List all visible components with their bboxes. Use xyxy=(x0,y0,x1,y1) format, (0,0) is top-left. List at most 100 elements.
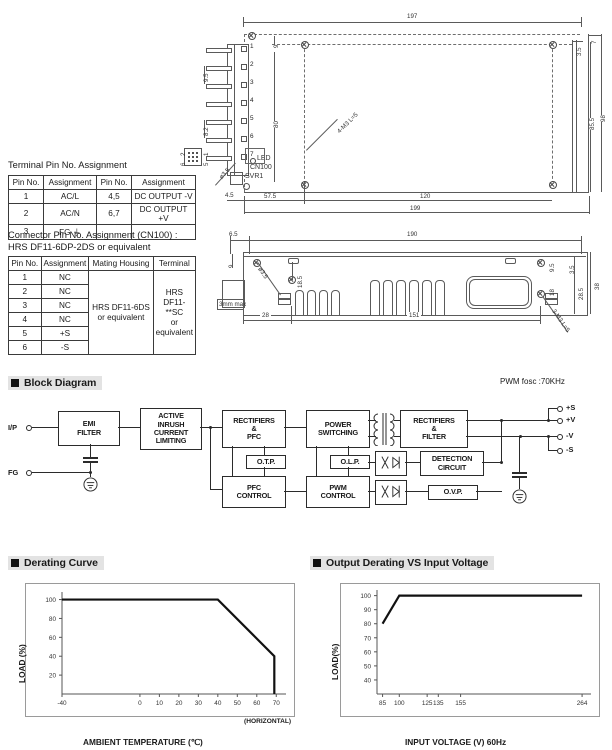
svg-text:100: 100 xyxy=(360,593,371,600)
svr1-box xyxy=(230,172,243,185)
wire-detect-tap xyxy=(501,420,502,462)
junction-detect-tap xyxy=(500,461,503,464)
block-diagram-header-wrap: Block Diagram xyxy=(8,374,103,392)
cell-pin: 4 xyxy=(8,312,42,327)
topview-flange-right2 xyxy=(572,40,573,192)
derating-curve-header-label: Derating Curve xyxy=(24,557,98,569)
topview-outline-top xyxy=(244,34,580,35)
fin xyxy=(319,290,328,316)
output-derating-plot: 40 50 60 70 80 90 100 85 100 125 135 155 264 xyxy=(360,590,591,707)
dim-190: 190 xyxy=(404,231,421,238)
wire-minusS-stub xyxy=(548,436,549,450)
block-olp: O.L.P. xyxy=(330,455,370,469)
cell-pin: 2 xyxy=(8,284,42,299)
svg-text:70: 70 xyxy=(364,635,372,642)
dim-9-5: 9.5 xyxy=(203,73,210,82)
rectpfc-l3: PFC xyxy=(246,432,261,442)
svg-text:50: 50 xyxy=(364,663,372,670)
wire-ovp-opto xyxy=(405,491,428,492)
wire-opto2-pwm xyxy=(368,491,375,492)
olp-label: O.L.P. xyxy=(340,456,360,466)
dim-38-side: 38 xyxy=(594,283,601,290)
dim-ext-199-l xyxy=(244,196,245,214)
wire-powersw-xfmr2 xyxy=(368,436,376,437)
col-pin-no-1: Pin No. xyxy=(8,174,44,190)
dim-tick-7 xyxy=(588,35,602,36)
wire-detect-opto xyxy=(405,462,420,463)
svg-text:40: 40 xyxy=(364,677,372,684)
topview-ref-hole-left xyxy=(304,44,305,184)
cell-assignment2: DC OUTPUT +V xyxy=(131,202,196,225)
svg-text:30: 30 xyxy=(195,700,203,707)
wire-outcap-gnd xyxy=(519,477,520,489)
dim-line-6-5 xyxy=(230,240,249,241)
output-label-minusS: -S xyxy=(566,445,574,454)
pin-square-2 xyxy=(241,64,247,70)
pin-fin-6 xyxy=(206,138,232,143)
connector-table-title-1: Connector Pin No. Assignment (CN100) : xyxy=(8,230,178,240)
col-mating-housing: Mating Housing xyxy=(88,256,154,271)
wire-pfcctrl-pwmctrl xyxy=(284,491,306,492)
dim-120: 120 xyxy=(418,193,433,200)
derating-curve-ylabel: LOAD (%) xyxy=(17,644,27,683)
wire-powersw-xfmr xyxy=(368,420,376,421)
heatsink-fins-small xyxy=(295,290,345,316)
topview-ref-top xyxy=(272,44,572,45)
cell-assignment: AC/N xyxy=(43,202,97,225)
topview-flange-right xyxy=(576,40,577,192)
screw-hole-bottom-right xyxy=(549,181,557,189)
dim-197: 197 xyxy=(404,13,421,20)
block-emi-filter: EMI FILTER xyxy=(58,411,120,446)
wire-otp-pfcctrl xyxy=(264,467,265,476)
wire-xfmr-rectfilt xyxy=(394,420,400,421)
topview-body-right xyxy=(588,34,589,192)
dim-ext-199-r xyxy=(589,196,590,214)
table-row: 1 NC HRS DF11-6DS or equivalent HRS DF11… xyxy=(8,270,197,355)
wire-plusV-h xyxy=(548,420,557,421)
topview-body-bottom xyxy=(244,192,589,193)
input-label-fg: FG xyxy=(8,468,19,477)
dim-line-120 xyxy=(304,200,552,201)
wire-minusV-h xyxy=(548,436,557,437)
block-rectifiers-filter: RECTIFIERS & FILTER xyxy=(400,410,468,448)
svg-text:90: 90 xyxy=(364,607,372,614)
terminal-line2: or equivalent xyxy=(155,317,193,337)
otp-label: O.T.P. xyxy=(256,456,276,466)
cell-assignment: NC xyxy=(40,270,90,285)
earth-ground-icon xyxy=(83,477,98,492)
table-header-row: Pin No. Assignment Mating Housing Termin… xyxy=(8,256,197,271)
note-4-m3-l5: 4-M3 L=5 xyxy=(336,111,360,135)
wire-rect-powersw xyxy=(284,427,306,428)
block-diagram-header: Block Diagram xyxy=(8,376,103,390)
wire-outgnd-down xyxy=(519,436,520,472)
derating-curve-xlabel: AMBIENT TEMPERATURE (℃) xyxy=(83,737,203,747)
cell-assignment: +S xyxy=(40,326,90,341)
svg-text:100: 100 xyxy=(45,597,56,604)
table-row: 1 AC/L 4,5 DC OUTPUT -V xyxy=(8,188,196,204)
pin-number-2: 2 xyxy=(250,61,254,68)
note-3mm-box xyxy=(217,299,244,310)
wire-minusS-h xyxy=(548,450,557,451)
pin-square-6 xyxy=(241,136,247,142)
output-derating-xlabel: INPUT VOLTAGE (V) 60Hz xyxy=(405,737,507,747)
dim-line-80 xyxy=(274,52,275,182)
col-assignment-1: Assignment xyxy=(43,174,97,190)
dim-ext-197-left xyxy=(243,17,244,27)
col-assignment-2: Assignment xyxy=(131,174,196,190)
svg-text:264: 264 xyxy=(577,700,588,707)
wire-ovp-tap xyxy=(476,491,502,492)
dim-ext-151-r xyxy=(540,306,541,324)
output-terminal-plusV xyxy=(557,418,563,424)
wire-fg xyxy=(32,472,90,473)
section-bullet-icon xyxy=(313,559,321,567)
svg-text:50: 50 xyxy=(234,700,242,707)
sideview-topline xyxy=(243,256,586,257)
dim-ext-6-5-l xyxy=(230,236,231,254)
pin-number-5: 5 xyxy=(250,115,254,122)
dim-ext-28-l xyxy=(243,314,244,324)
pin-square-4 xyxy=(241,100,247,106)
pfcctrl-l2: CONTROL xyxy=(236,491,272,500)
svg-text:60: 60 xyxy=(253,700,261,707)
output-terminal-minusS xyxy=(557,448,563,454)
mating-housing-line2: or equivalent xyxy=(97,312,145,322)
